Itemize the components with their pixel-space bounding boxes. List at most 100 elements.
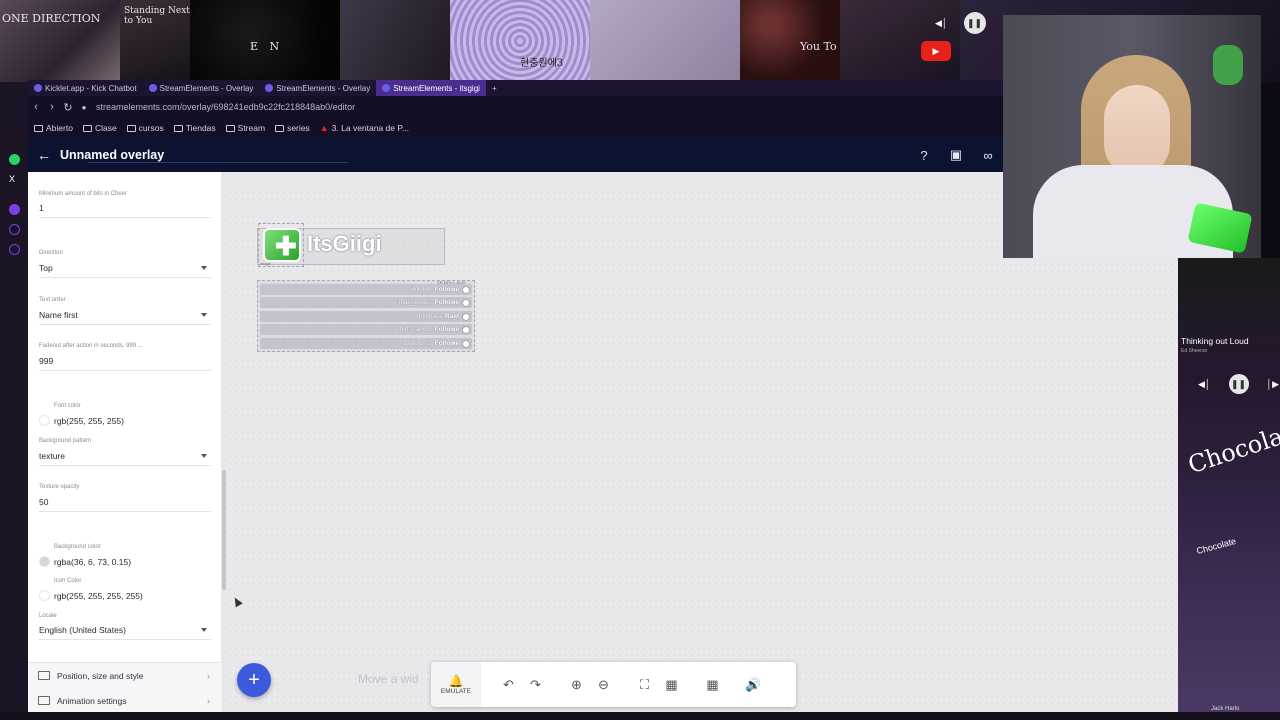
activity-feed-widget[interactable]: CR 60% x 16.57 imkitoh Followe max_lova..… <box>257 280 475 352</box>
youtube-icon[interactable]: ▶ <box>921 41 951 61</box>
texture-opacity-field[interactable]: Texture opacity 50 <box>39 484 211 512</box>
bookmark-item[interactable]: series <box>275 123 310 133</box>
new-tab-button[interactable]: + <box>486 80 503 96</box>
clock-icon[interactable] <box>9 224 20 235</box>
position-size-style-section[interactable]: Position, size and style › <box>28 663 222 688</box>
zoom-in-icon[interactable]: ⊕ <box>563 662 590 707</box>
link-icon[interactable]: ∞ <box>979 146 997 164</box>
background-color-input[interactable]: rgba(36, 6, 73, 0.15) <box>39 556 211 567</box>
sound-icon[interactable]: 🔊 <box>740 662 767 707</box>
media-controls: ◀│ ❚❚ │▶ <box>1198 374 1279 394</box>
bell-icon: 🔔 <box>448 674 464 688</box>
font-color-field[interactable]: Font color rgb(255, 255, 255) <box>39 403 211 426</box>
tab-itsgigi[interactable]: StreamElements - itsgigi <box>376 80 486 96</box>
album-tile <box>590 0 740 82</box>
bookmark-item[interactable]: Tiendas <box>173 123 216 133</box>
raid-icon <box>462 312 470 321</box>
tab-label: StreamElements - itsgigi <box>393 83 480 93</box>
bookmark-item[interactable]: Clase <box>82 123 117 133</box>
next-icon[interactable]: │▶ <box>1267 379 1280 390</box>
fadeout-field[interactable]: Fadeout after action in seconds, 999 ...… <box>39 343 211 371</box>
background-pattern-select[interactable]: texture <box>39 451 211 466</box>
tab-kicklet[interactable]: Kicklet.app - Kick Chatbot <box>28 80 143 96</box>
pause-icon[interactable]: ❚❚ <box>1228 374 1249 394</box>
song-title: Thinking out Loud <box>1181 336 1249 346</box>
color-swatch[interactable] <box>39 556 50 567</box>
album-tile: 현충원에3 <box>450 0 590 82</box>
back-icon[interactable]: ‹ <box>28 101 44 113</box>
tile-text: E N <box>250 40 284 53</box>
feed-row: imkitoh Followe <box>260 284 472 295</box>
previous-icon[interactable]: ◀│ <box>1198 379 1211 390</box>
feed-user: max_lova... <box>398 299 432 306</box>
icon-color-input[interactable]: rgb(255, 255, 255, 255) <box>39 590 211 601</box>
url-text[interactable]: streamelements.com/overlay/698241edb9c22… <box>96 102 355 112</box>
panel-accordion: Position, size and style › Animation sett… <box>28 662 222 712</box>
locale-field[interactable]: Locale English (United States) <box>39 613 211 640</box>
color-swatch[interactable] <box>39 415 50 426</box>
redo-icon[interactable]: ↷ <box>522 662 549 707</box>
widget-settings-panel: Minimum amount of bits in Cheer 1 Direct… <box>28 172 222 662</box>
panel-scrollbar-thumb[interactable] <box>222 470 226 590</box>
forward-icon[interactable]: › <box>44 101 60 113</box>
fadeout-input[interactable]: 999 <box>39 356 211 371</box>
field-label: Texture opacity <box>39 484 80 490</box>
undo-icon[interactable]: ↶ <box>495 662 522 707</box>
section-label: Animation settings <box>57 695 127 706</box>
emulate-button[interactable]: 🔔 EMULATE <box>431 662 481 707</box>
bookmark-label: Clase <box>94 123 117 133</box>
font-color-input[interactable]: rgb(255, 255, 255) <box>39 415 211 426</box>
reload-icon[interactable]: ↻ <box>60 101 76 114</box>
add-widget-button[interactable]: + <box>237 663 271 697</box>
bookmark-item[interactable]: cursos <box>126 123 164 133</box>
image-caption: image <box>260 261 271 266</box>
previous-icon[interactable]: ◀│ <box>935 18 948 29</box>
bookmark-label: Stream <box>237 123 266 133</box>
background-pattern-field[interactable]: Background pattern texture <box>39 438 211 466</box>
min-bits-input[interactable]: 1 <box>39 203 211 218</box>
folder-icon <box>126 124 136 132</box>
texture-opacity-input[interactable]: 50 <box>39 497 211 512</box>
caret-down-icon <box>201 266 207 270</box>
twitch-icon[interactable] <box>9 204 20 215</box>
x-icon[interactable]: X <box>9 174 20 185</box>
side-app-strip: X <box>0 82 28 720</box>
background-color-field[interactable]: Background color rgba(36, 6, 73, 0.15) <box>39 544 211 567</box>
min-bits-field[interactable]: Minimum amount of bits in Cheer 1 <box>39 191 211 218</box>
arrow-left-icon[interactable]: ← <box>28 147 60 163</box>
direction-select[interactable]: Top <box>39 263 211 278</box>
animation-settings-section[interactable]: Animation settings › <box>28 688 222 713</box>
section-label: Position, size and style <box>57 670 144 681</box>
tab-overlay-2[interactable]: StreamElements - Overlay <box>259 80 376 96</box>
locale-select[interactable]: English (United States) <box>39 625 211 640</box>
overlay-title[interactable]: Unnamed overlay <box>60 148 164 162</box>
fit-icon[interactable]: ▦ <box>658 662 685 707</box>
bookmark-item[interactable]: Stream <box>225 123 266 133</box>
settings-gear-icon[interactable] <box>9 244 20 255</box>
bookmark-item[interactable]: Abierto <box>34 123 73 133</box>
whatsapp-icon[interactable] <box>9 154 20 165</box>
folder-icon <box>225 124 235 132</box>
bookmark-item[interactable]: ▲ 3. La ventana de P... <box>320 123 409 133</box>
help-icon[interactable]: ? <box>915 146 933 164</box>
direction-field[interactable]: Direction Top <box>39 250 211 278</box>
field-label: Minimum amount of bits in Cheer <box>39 191 128 197</box>
feed-row: daavid_... Followe <box>260 338 472 349</box>
text-order-select[interactable]: Name first <box>39 310 211 325</box>
tab-label: Kicklet.app - Kick Chatbot <box>45 83 137 93</box>
header-actions: ? ▣ ∞ <box>915 138 1003 172</box>
tile-text: You To <box>800 40 837 53</box>
tab-overlay-1[interactable]: StreamElements - Overlay <box>143 80 260 96</box>
fullscreen-icon[interactable]: ⛶ <box>631 662 658 707</box>
field-label: Text order <box>39 297 66 303</box>
zoom-out-icon[interactable]: ⊖ <box>590 662 617 707</box>
grid-icon[interactable]: ▦ <box>699 662 726 707</box>
image-widget[interactable]: ✚ image <box>258 223 304 267</box>
name-widget-text: ItsGiigi <box>307 231 382 256</box>
icon-color-field[interactable]: Icon Color rgb(255, 255, 255, 255) <box>39 578 211 601</box>
text-order-field[interactable]: Text order Name first <box>39 297 211 325</box>
tab-label: StreamElements - Overlay <box>159 83 254 93</box>
preview-icon[interactable]: ▣ <box>947 146 965 164</box>
color-swatch[interactable] <box>39 590 50 601</box>
pause-icon[interactable]: ❚❚ <box>963 12 986 34</box>
